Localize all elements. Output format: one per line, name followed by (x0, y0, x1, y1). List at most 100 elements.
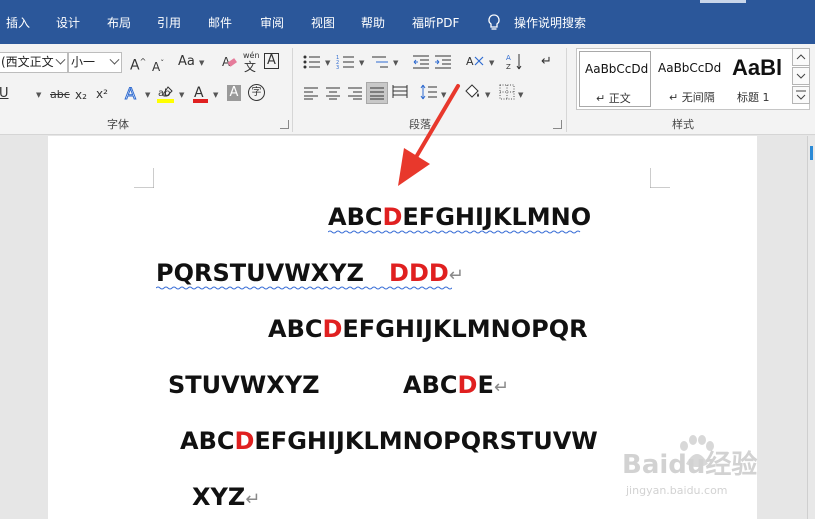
style-no-spacing-name: ↵ 无间隔 (669, 91, 715, 104)
text-run: ABC (180, 427, 235, 455)
character-border-button[interactable]: A (264, 53, 279, 69)
text-line-4: STUVWXYZ ABCDE↵ (168, 370, 509, 403)
svg-text:Z: Z (506, 63, 511, 71)
superscript-button[interactable]: x² (96, 86, 108, 102)
ribbon-tab-bar: 插入 设计 布局 引用 邮件 审阅 视图 帮助 福昕PDF 操作说明搜索 (0, 0, 815, 44)
align-right-icon[interactable] (347, 86, 363, 100)
margin-corner-top-left (134, 168, 154, 188)
text-run: XYZ (192, 483, 246, 511)
text-run: E (477, 371, 494, 399)
style-no-spacing[interactable]: AaBbCcDd ↵ 无间隔 (653, 51, 725, 107)
grammar-squiggle (156, 286, 452, 290)
style-normal-sample: AaBbCcDd (585, 62, 649, 76)
svg-text:A: A (506, 54, 511, 62)
sort-icon[interactable]: A Z (506, 52, 524, 72)
numbering-icon[interactable]: 123 (336, 54, 356, 70)
shrink-font-button[interactable]: Aˇ (152, 56, 164, 75)
text-line-3: ABCDEFGHIJKLMNOPQR (268, 314, 588, 347)
watermark-brand: Baidu经验 (622, 450, 758, 480)
paragraph-mark: ↵ (245, 489, 261, 510)
baidu-watermark: Baidu经验 jingyan.baidu.com (622, 432, 802, 504)
font-name-value: (西文正文 (1, 55, 54, 69)
style-normal[interactable]: AaBbCcDd ↵ 正文 (579, 51, 651, 107)
tab-layout[interactable]: 布局 (107, 15, 131, 31)
chinese-layout-icon[interactable]: A (465, 53, 487, 71)
group-divider (292, 48, 293, 132)
chevron-down-icon: ▼ (145, 91, 151, 99)
chevron-down-icon: ▼ (489, 59, 495, 67)
styles-scroll-down-button[interactable] (792, 67, 810, 85)
style-heading-1-name: 标题 1 (737, 91, 770, 104)
svg-text:3: 3 (336, 65, 339, 70)
group-divider (566, 48, 567, 132)
align-left-icon[interactable] (303, 86, 319, 100)
styles-scroll-up-button[interactable] (792, 48, 810, 66)
chevron-down-icon: ▼ (485, 91, 491, 99)
text-run: EFGHIJKLMNOPQRSTUVW (254, 427, 598, 455)
highlight-color-icon[interactable]: ab (156, 84, 176, 104)
tab-help[interactable]: 帮助 (361, 15, 385, 31)
borders-icon[interactable] (499, 84, 515, 100)
justify-button[interactable] (366, 82, 388, 104)
tab-design[interactable]: 设计 (56, 15, 80, 31)
bullets-icon[interactable] (302, 54, 322, 70)
font-size-combo[interactable]: 小一 (68, 52, 122, 73)
chevron-down-icon: ▼ (359, 59, 365, 67)
side-pane-strip (807, 136, 815, 519)
highlighted-letter: D (457, 371, 478, 399)
underline-button[interactable]: U (0, 86, 9, 102)
chevron-down-icon: ▼ (199, 59, 205, 67)
style-heading-1-sample: AaBl (732, 55, 783, 80)
clear-formatting-icon[interactable]: A (221, 54, 237, 70)
tab-insert[interactable]: 插入 (6, 15, 30, 31)
text-line-6: XYZ↵ (192, 482, 260, 515)
chevron-down-icon: ▼ (36, 91, 42, 99)
font-group-label: 字体 (107, 118, 129, 131)
paragraph-dialog-launcher[interactable] (553, 120, 562, 129)
decrease-indent-icon[interactable] (412, 54, 430, 70)
strikethrough-button[interactable]: abc (50, 87, 70, 103)
tab-references[interactable]: 引用 (157, 15, 181, 31)
text-effects-icon[interactable]: A (124, 84, 142, 102)
justify-icon (370, 87, 384, 100)
character-shading-button[interactable]: A (227, 85, 241, 101)
chevron-up-icon (796, 54, 806, 60)
side-pane-indicator (810, 146, 813, 160)
text-run: EFGHIJKLMNO (402, 203, 592, 231)
phonetic-guide-button[interactable]: 文 (244, 59, 256, 75)
lightbulb-icon (488, 14, 500, 30)
annotation-arrow (398, 84, 460, 186)
text-run: ABC (328, 203, 383, 231)
chevron-down-icon: ▼ (518, 91, 524, 99)
show-marks-button[interactable]: ↵ (541, 54, 552, 70)
subscript-button[interactable]: x₂ (75, 87, 87, 103)
grow-font-button[interactable]: A^ (130, 54, 146, 74)
svg-text:A: A (125, 84, 136, 102)
tab-mailings[interactable]: 邮件 (208, 15, 232, 31)
multilevel-list-icon[interactable] (370, 54, 390, 70)
font-color-icon[interactable]: A (192, 84, 210, 104)
watermark-url: jingyan.baidu.com (626, 484, 728, 497)
styles-more-button[interactable] (792, 86, 810, 104)
highlighted-letter: D (234, 427, 255, 455)
tab-review[interactable]: 审阅 (260, 15, 284, 31)
more-icon (796, 90, 806, 100)
text-run: ABC (268, 315, 323, 343)
tab-bar-accent (700, 0, 746, 3)
svg-text:A: A (466, 55, 474, 68)
paragraph-mark: ↵ (493, 377, 509, 398)
highlighted-letter: D (382, 203, 403, 231)
highlighted-letter: DDD (389, 259, 449, 287)
change-case-button[interactable]: Aa (178, 54, 195, 70)
font-dialog-launcher[interactable] (280, 120, 289, 129)
tell-me-search[interactable]: 操作说明搜索 (514, 15, 586, 31)
align-center-icon[interactable] (325, 86, 341, 100)
enclose-characters-button[interactable]: 字 (248, 84, 265, 101)
increase-indent-icon[interactable] (434, 54, 452, 70)
tab-view[interactable]: 视图 (311, 15, 335, 31)
chevron-down-icon (55, 54, 66, 65)
text-run: EFGHIJKLMNOPQR (342, 315, 588, 343)
tab-foxit-pdf[interactable]: 福昕PDF (412, 15, 459, 31)
font-size-value: 小一 (71, 55, 96, 69)
font-name-combo[interactable]: (西文正文 (0, 52, 68, 73)
